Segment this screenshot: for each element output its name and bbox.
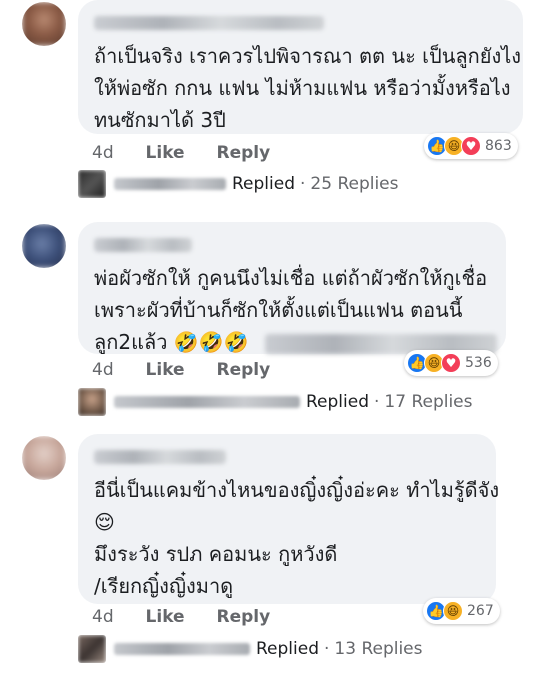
comment-bubble: ถ้าเป็นจริง เราควรไปพิจารณา ตต นะ เป็นลู…: [78, 0, 523, 134]
comment-text-line: ให้พ่อซัก กกน แฟน ไม่ห้ามแฟน หรือว่ามั้ง…: [94, 76, 511, 100]
view-replies-link[interactable]: Replied · 17 Replies: [78, 388, 473, 416]
comment-actions: 4d Like Reply: [92, 143, 296, 163]
comment-text-fragment: ลูก2แล้ว: [94, 330, 168, 354]
relieved-emoji: 😌: [94, 510, 115, 534]
like-button[interactable]: Like: [146, 607, 185, 627]
reaction-summary[interactable]: 👍 😆 267: [423, 598, 500, 624]
commenter-name-redacted[interactable]: [94, 238, 192, 252]
reply-avatar: [78, 170, 106, 198]
replied-label: Replied: [256, 639, 319, 659]
replied-label: Replied: [306, 392, 369, 412]
comment-bubble: พ่อผัวซักให้ กูคนนึงไม่เชื่อ แต่ถ้าผัวซั…: [78, 222, 506, 354]
comment-text-line: ทนซักมาได้ 3ปี: [94, 108, 226, 132]
comment-text-line: พ่อผัวซักให้ กูคนนึงไม่เชื่อ แต่ถ้าผัวซั…: [94, 266, 488, 290]
replier-name-redacted: [114, 396, 300, 408]
like-button[interactable]: Like: [146, 360, 185, 380]
haha-reaction-icon: 😆: [443, 601, 463, 621]
replier-name-redacted: [114, 643, 250, 655]
reaction-count: 536: [465, 355, 492, 371]
comment-bubble: อีนี่เป็นแคมข้างไหนของญิ๋งญิ๋งอ่ะคะ ทำไม…: [78, 434, 500, 604]
comment-timestamp[interactable]: 4d: [92, 143, 114, 163]
replier-name-redacted: [114, 178, 226, 190]
commenter-name-redacted[interactable]: [94, 450, 226, 464]
replies-count: 25 Replies: [310, 174, 399, 194]
view-replies-link[interactable]: Replied · 25 Replies: [78, 170, 399, 198]
comment-actions: 4d Like Reply: [92, 360, 296, 380]
comment-actions: 4d Like Reply: [92, 607, 296, 627]
separator-dot: ·: [300, 174, 306, 194]
reply-avatar: [78, 635, 106, 663]
comment-timestamp[interactable]: 4d: [92, 360, 114, 380]
commenter-avatar[interactable]: [22, 224, 66, 268]
like-button[interactable]: Like: [146, 143, 185, 163]
separator-dot: ·: [374, 392, 380, 412]
comment-text-line: มึงระวัง รปภ คอมนะ กูหวังดี: [94, 542, 338, 566]
reaction-summary[interactable]: 👍 😆 ♥ 536: [404, 350, 498, 376]
reply-button[interactable]: Reply: [217, 360, 271, 380]
commenter-name-redacted[interactable]: [94, 16, 324, 30]
replies-count: 17 Replies: [384, 392, 473, 412]
comment-text-line: เพราะผัวที่บ้านก็ซักให้ตั้งแต่เป็นแฟน ตอ…: [94, 298, 463, 322]
view-replies-link[interactable]: Replied · 13 Replies: [78, 635, 423, 663]
replied-label: Replied: [232, 174, 295, 194]
reaction-summary[interactable]: 👍 😆 ♥ 863: [424, 133, 518, 159]
comment-text-line: /เรียกญิ๋งญิ๋งมาดู: [94, 574, 234, 598]
rofl-emoji: 🤣🤣🤣: [173, 330, 249, 354]
reply-button[interactable]: Reply: [217, 607, 271, 627]
comment-text-line: ถ้าเป็นจริง เราควรไปพิจารณา ตต นะ เป็นลู…: [94, 44, 522, 68]
commenter-avatar[interactable]: [22, 436, 66, 480]
reply-avatar: [78, 388, 106, 416]
reaction-count: 267: [467, 603, 494, 619]
reaction-count: 863: [485, 138, 512, 154]
commenter-avatar[interactable]: [22, 2, 66, 46]
comment-timestamp[interactable]: 4d: [92, 607, 114, 627]
replies-count: 13 Replies: [334, 639, 423, 659]
love-reaction-icon: ♥: [461, 136, 481, 156]
love-reaction-icon: ♥: [441, 353, 461, 373]
separator-dot: ·: [324, 639, 330, 659]
reply-button[interactable]: Reply: [217, 143, 271, 163]
comment-text-line: อีนี่เป็นแคมข้างไหนของญิ๋งญิ๋งอ่ะคะ ทำไม…: [94, 478, 500, 502]
